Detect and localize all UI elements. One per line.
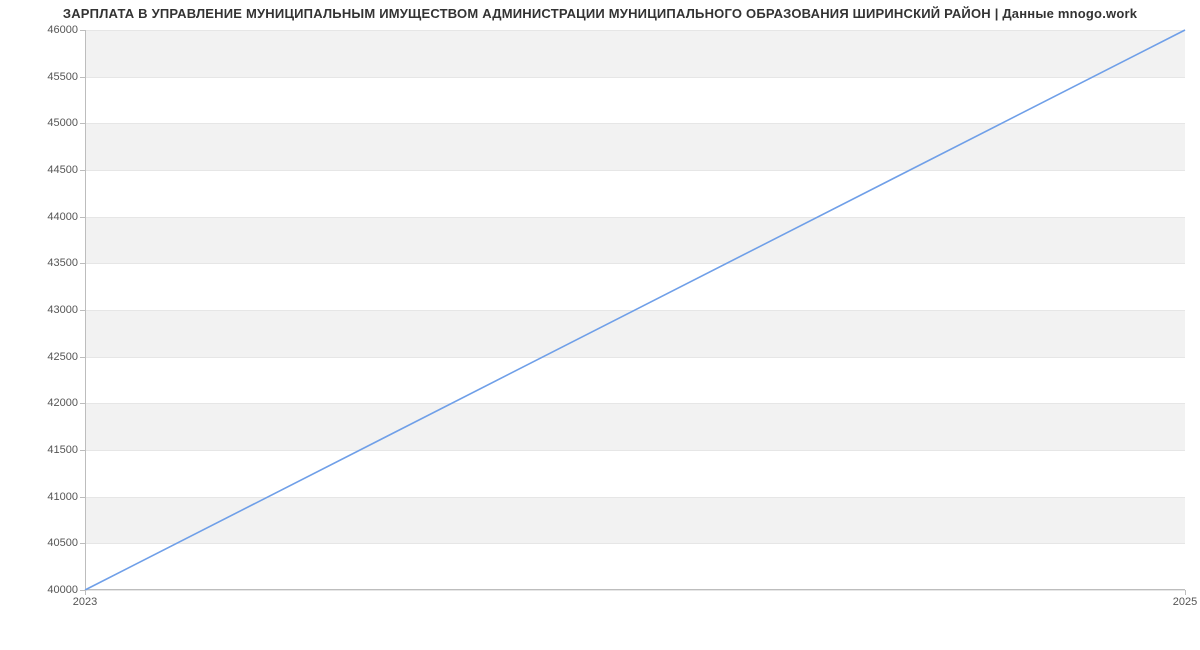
series-line (85, 30, 1185, 590)
y-tick-label: 41000 (8, 491, 78, 503)
y-tick-label: 42500 (8, 351, 78, 363)
chart-title: ЗАРПЛАТА В УПРАВЛЕНИЕ МУНИЦИПАЛЬНЫМ ИМУЩ… (0, 6, 1200, 21)
y-tick-mark (80, 217, 85, 218)
y-tick-mark (80, 543, 85, 544)
y-tick-mark (80, 403, 85, 404)
x-tick-label: 2023 (73, 596, 97, 608)
y-tick-mark (80, 450, 85, 451)
y-tick-label: 45500 (8, 71, 78, 83)
y-tick-label: 42000 (8, 397, 78, 409)
y-tick-label: 46000 (8, 24, 78, 36)
y-tick-label: 40000 (8, 584, 78, 596)
x-tick-mark (85, 590, 86, 595)
y-tick-mark (80, 310, 85, 311)
gridline (85, 590, 1185, 591)
x-tick-label: 2025 (1173, 596, 1197, 608)
chart-container: ЗАРПЛАТА В УПРАВЛЕНИЕ МУНИЦИПАЛЬНЫМ ИМУЩ… (0, 0, 1200, 650)
y-tick-mark (80, 357, 85, 358)
y-tick-mark (80, 30, 85, 31)
y-tick-label: 43500 (8, 257, 78, 269)
y-tick-mark (80, 170, 85, 171)
plot-area (85, 30, 1185, 590)
x-tick-mark (1185, 590, 1186, 595)
y-tick-mark (80, 497, 85, 498)
y-tick-label: 44000 (8, 211, 78, 223)
y-tick-label: 45000 (8, 117, 78, 129)
y-tick-mark (80, 263, 85, 264)
y-tick-label: 43000 (8, 304, 78, 316)
y-tick-mark (80, 123, 85, 124)
y-tick-label: 40500 (8, 537, 78, 549)
y-tick-label: 44500 (8, 164, 78, 176)
line-layer (85, 30, 1185, 590)
y-tick-mark (80, 77, 85, 78)
y-tick-label: 41500 (8, 444, 78, 456)
